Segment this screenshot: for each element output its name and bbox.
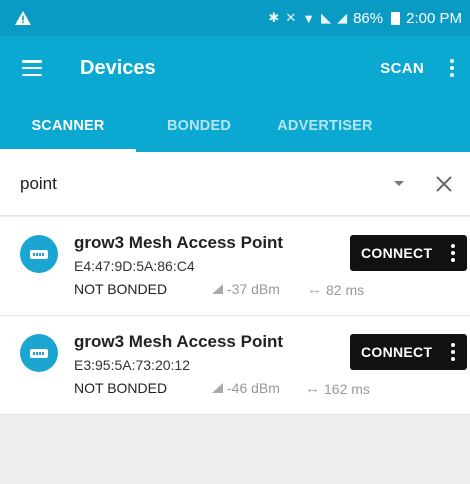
device-name: grow3 Mesh Access Point: [74, 332, 284, 351]
bluetooth-icon: ✱: [268, 10, 280, 25]
rssi-value: -37 dBm: [212, 281, 280, 297]
wifi-icon: ▼: [302, 10, 316, 26]
interval-text: 162 ms: [324, 380, 370, 397]
clear-icon[interactable]: [436, 176, 452, 192]
rssi-value: -46 dBm: [212, 380, 280, 396]
dropdown-icon[interactable]: [394, 181, 404, 186]
status-bar: ✱ ✕ ▼ ◣ ◢ 86% 2:00 PM: [0, 0, 470, 36]
scan-button[interactable]: SCAN: [374, 52, 430, 85]
more-options-icon[interactable]: [451, 343, 455, 361]
overflow-icon[interactable]: [450, 59, 454, 77]
device-icon: [20, 334, 58, 372]
clock: 2:00 PM: [406, 9, 462, 27]
connect-label: CONNECT: [361, 245, 433, 261]
tab-bar: SCANNER BONDED ADVERTISER: [0, 100, 470, 152]
tab-scanner[interactable]: SCANNER: [0, 100, 136, 152]
rssi-icon: [212, 284, 223, 294]
battery-percent: 86%: [353, 9, 384, 27]
list-item[interactable]: grow3 Mesh Access Point E3:95:5A:73:20:1…: [0, 316, 470, 415]
filter-input[interactable]: point: [20, 174, 57, 194]
app-screen: ✱ ✕ ▼ ◣ ◢ 86% 2:00 PM Devices SCAN SCANN…: [0, 0, 470, 484]
data-icon: ◣: [321, 10, 332, 25]
bond-state: NOT BONDED: [74, 281, 168, 297]
warning-icon: [14, 10, 32, 26]
interval-value: ↔ 162 ms: [305, 380, 370, 397]
more-options-icon[interactable]: [451, 244, 455, 262]
battery-icon: [391, 11, 401, 25]
device-mac: E4:47:9D:5A:86:C4: [74, 258, 195, 274]
page-title: Devices: [80, 56, 156, 79]
rssi-text: -37 dBm: [227, 281, 280, 297]
device-icon: [20, 235, 58, 273]
tab-bonded[interactable]: BONDED: [136, 100, 262, 152]
list-item[interactable]: grow3 Mesh Access Point E4:47:9D:5A:86:C…: [0, 217, 470, 316]
mute-icon: ✕: [285, 10, 297, 25]
menu-icon[interactable]: [22, 60, 42, 76]
connect-label: CONNECT: [361, 344, 433, 360]
rssi-icon: [212, 383, 223, 393]
app-bar: Devices SCAN: [0, 36, 470, 100]
interval-icon: ↔: [307, 281, 322, 298]
tab-advertiser[interactable]: ADVERTISER: [262, 100, 388, 152]
bond-state: NOT BONDED: [74, 380, 168, 396]
device-name: grow3 Mesh Access Point: [74, 233, 284, 252]
signal-icon: ◢: [337, 10, 348, 25]
filter-bar: point: [0, 152, 470, 216]
connect-button[interactable]: CONNECT: [350, 334, 467, 370]
interval-icon: ↔: [305, 380, 320, 397]
connect-button[interactable]: CONNECT: [350, 235, 467, 271]
rssi-text: -46 dBm: [227, 380, 280, 396]
interval-text: 82 ms: [326, 281, 365, 298]
device-mac: E3:95:5A:73:20:12: [74, 357, 190, 373]
interval-value: ↔ 82 ms: [307, 281, 364, 298]
